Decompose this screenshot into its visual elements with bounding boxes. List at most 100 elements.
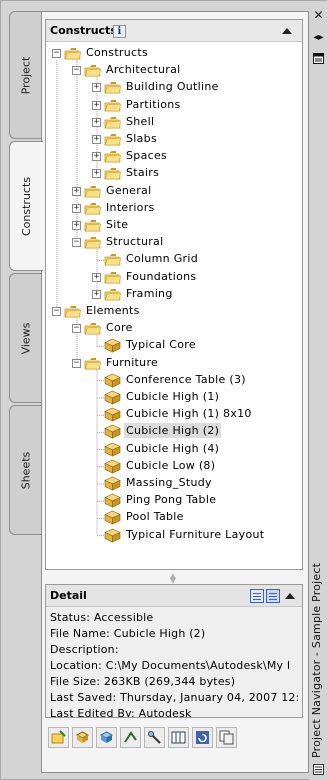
add-category-icon[interactable] xyxy=(48,727,69,748)
tree-node[interactable]: Cubicle Low (8) xyxy=(124,458,217,473)
construct-element-icon xyxy=(104,407,121,422)
preview-view-icon[interactable] xyxy=(266,589,280,603)
construct-element-icon xyxy=(104,510,121,525)
folder-icon xyxy=(84,321,101,336)
tab-project[interactable]: Project xyxy=(9,11,41,139)
construct-element-icon xyxy=(104,528,121,543)
folder-icon xyxy=(104,115,121,130)
tab-views[interactable]: Views xyxy=(9,273,41,403)
folder-icon xyxy=(84,235,101,250)
tree-node[interactable]: Cubicle High (4) xyxy=(124,441,221,456)
splitter-grip-icon[interactable]: ▲ ▼ xyxy=(168,572,178,585)
tree-node[interactable]: Cubicle High (1) 8x10 xyxy=(124,406,254,421)
detail-header: Detail xyxy=(46,585,302,607)
tree-node[interactable]: Column Grid xyxy=(124,251,200,266)
tree-node[interactable]: Foundations xyxy=(124,269,198,284)
folder-icon xyxy=(104,270,121,285)
tree-node[interactable]: General xyxy=(104,183,153,198)
folder-icon xyxy=(64,46,81,61)
construct-element-icon xyxy=(104,424,121,439)
expand-icon[interactable]: + xyxy=(92,152,101,162)
tree-node-selected[interactable]: Cubicle High (2) xyxy=(124,423,222,439)
tree-node[interactable]: Elements xyxy=(84,303,142,318)
folder-icon xyxy=(84,201,101,216)
collapse-detail-icon[interactable] xyxy=(285,593,295,599)
close-icon[interactable]: ✕ xyxy=(312,8,325,21)
construct-element-icon xyxy=(104,493,121,508)
collapse-icon[interactable]: − xyxy=(72,358,81,368)
tree-node[interactable]: Interiors xyxy=(104,200,157,215)
expand-icon[interactable]: + xyxy=(92,289,101,299)
expand-icon[interactable]: + xyxy=(92,83,101,93)
construct-element-icon xyxy=(104,442,121,457)
collapse-icon[interactable]: − xyxy=(52,49,61,58)
pin-icon[interactable]: ◂▸ xyxy=(312,31,325,44)
tree-node[interactable]: Constructs xyxy=(84,45,150,60)
collapse-icon[interactable]: − xyxy=(72,324,81,334)
expand-icon[interactable]: + xyxy=(92,272,101,282)
detail-pane: Detail Status: Accessible File Name: Cubi… xyxy=(45,584,303,718)
copy-icon[interactable] xyxy=(216,727,237,748)
add-element-icon[interactable] xyxy=(72,727,93,748)
tab-sheets[interactable]: Sheets xyxy=(9,405,41,535)
tree-node[interactable]: Stairs xyxy=(124,165,161,180)
tree-node[interactable]: Typical Furniture Layout xyxy=(124,527,266,542)
collapse-icon[interactable]: − xyxy=(52,307,61,316)
collapse-icon[interactable]: − xyxy=(72,238,81,248)
detail-view-icon[interactable] xyxy=(250,589,264,603)
tree-node[interactable]: Building Outline xyxy=(124,79,221,94)
tree-node[interactable]: Spaces xyxy=(124,148,169,163)
tree-node[interactable]: Framing xyxy=(124,286,175,301)
detail-line: Description: xyxy=(50,643,119,656)
tree-node[interactable]: Shell xyxy=(124,114,156,129)
expand-icon[interactable]: + xyxy=(92,100,101,110)
construct-element-icon xyxy=(104,338,121,353)
tree-node[interactable]: Ping Pong Table xyxy=(124,492,218,507)
tab-project-label: Project xyxy=(19,56,33,94)
folder-icon xyxy=(84,184,101,199)
detail-line: Last Saved: Thursday, January 04, 2007 1… xyxy=(50,691,298,704)
palette-app-icon xyxy=(312,763,325,776)
detail-line: File Name: Cubicle High (2) xyxy=(50,627,206,640)
tree-node[interactable]: Massing_Study xyxy=(124,475,214,490)
tree-node[interactable]: Conference Table (3) xyxy=(124,372,248,387)
expand-icon[interactable]: + xyxy=(92,117,101,127)
tree-node[interactable]: Cubicle High (1) xyxy=(124,389,221,404)
tree-node[interactable]: Core xyxy=(104,320,135,335)
properties-menu-icon[interactable] xyxy=(312,52,325,65)
tree-node[interactable]: Site xyxy=(104,217,130,232)
expand-icon[interactable]: + xyxy=(72,221,81,230)
palette-title: Project Navigator - Sample Project xyxy=(310,562,323,758)
tree-node[interactable]: Typical Core xyxy=(124,337,198,352)
expand-icon[interactable]: + xyxy=(92,135,101,144)
construct-element-icon xyxy=(104,390,121,405)
add-construct-icon[interactable] xyxy=(96,727,117,748)
tree-node[interactable]: Structural xyxy=(104,234,165,249)
tree-node[interactable]: Slabs xyxy=(124,131,159,146)
tree-node[interactable]: Pool Table xyxy=(124,509,186,524)
navigator-toolbar xyxy=(48,727,237,751)
expand-icon[interactable]: + xyxy=(72,186,81,196)
tree-node[interactable]: Partitions xyxy=(124,97,183,112)
tab-sheets-label: Sheets xyxy=(19,451,33,489)
configure-icon[interactable] xyxy=(144,727,165,748)
project-navigator-palette: Project Constructs Views Sheets Construc… xyxy=(0,0,327,780)
folder-icon xyxy=(84,218,101,233)
detail-title: Detail xyxy=(50,589,87,602)
tree-node[interactable]: Architectural xyxy=(104,62,183,77)
tab-constructs[interactable]: Constructs xyxy=(9,141,43,271)
repath-icon[interactable] xyxy=(120,727,141,748)
external-references-icon[interactable] xyxy=(168,727,189,748)
folder-icon xyxy=(104,132,121,147)
collapse-icon[interactable]: − xyxy=(72,66,81,76)
expand-icon[interactable]: + xyxy=(92,169,101,179)
folder-icon xyxy=(104,287,121,302)
tree-node[interactable]: Furniture xyxy=(104,355,160,370)
constructs-panel: Constructs i − Constructs − Architectural + B… xyxy=(41,11,309,773)
expand-icon[interactable]: + xyxy=(72,203,81,213)
refresh-icon[interactable] xyxy=(192,727,213,748)
folder-icon xyxy=(104,98,121,113)
folder-icon xyxy=(104,252,121,267)
detail-body: Status: Accessible File Name: Cubicle Hig… xyxy=(46,607,302,717)
construct-element-icon xyxy=(104,459,121,474)
